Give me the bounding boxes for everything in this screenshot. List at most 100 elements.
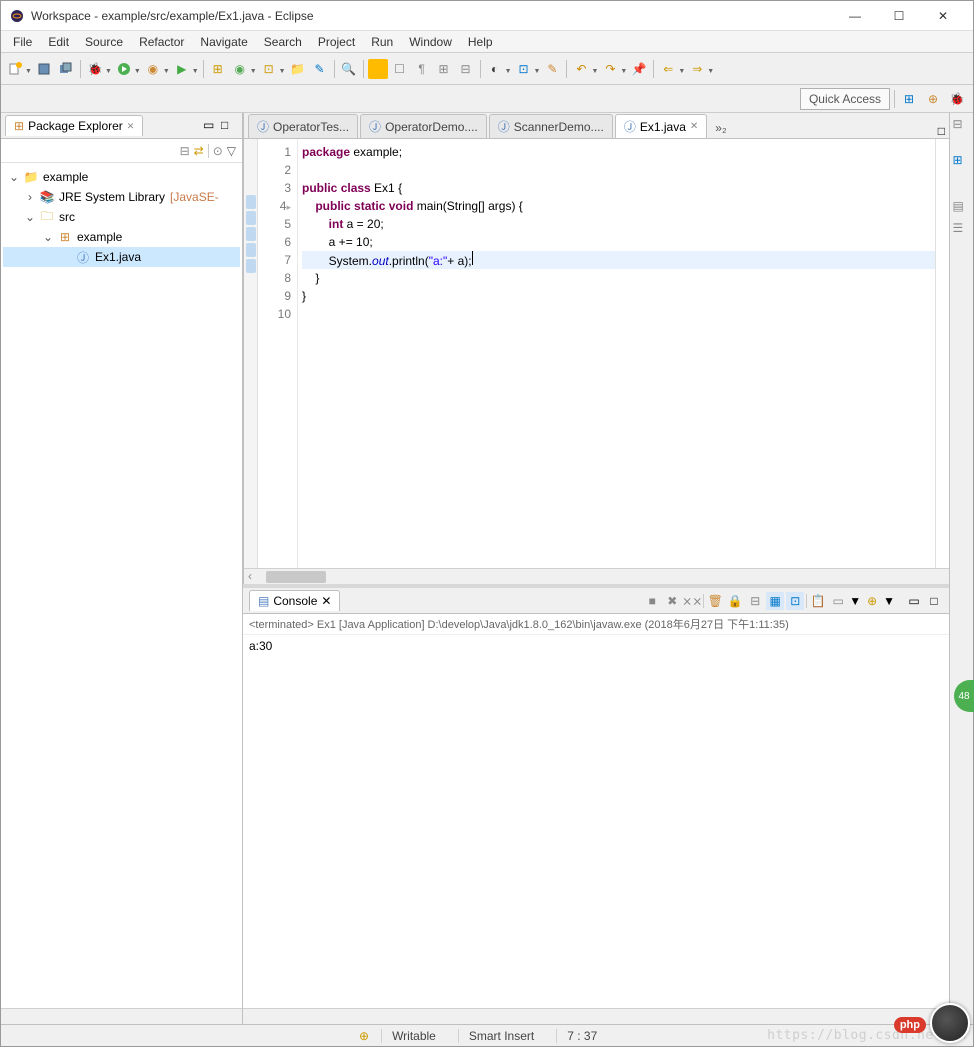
new-package-button[interactable]: ⊞ bbox=[208, 59, 228, 79]
menu-file[interactable]: File bbox=[5, 33, 40, 51]
new-console-button[interactable]: ⊕ bbox=[863, 592, 881, 610]
package-explorer-tab[interactable]: ⊞ Package Explorer ✕ bbox=[5, 115, 143, 136]
menu-project[interactable]: Project bbox=[310, 33, 363, 51]
save-all-button[interactable] bbox=[56, 59, 76, 79]
run-last-button[interactable]: ▶ bbox=[172, 59, 192, 79]
tree-file[interactable]: Ⓙ Ex1.java bbox=[3, 247, 240, 267]
word-wrap-button[interactable]: ⊟ bbox=[746, 592, 764, 610]
package-explorer-tabbar: ⊞ Package Explorer ✕ ▭ □ bbox=[1, 113, 242, 139]
toggle-breadcrumb-button[interactable]: ⊟ bbox=[456, 59, 476, 79]
debug-button[interactable]: 🐞 bbox=[85, 59, 105, 79]
expand-icon[interactable]: ⌄ bbox=[23, 210, 37, 224]
code-editor[interactable]: package example; public class Ex1 { publ… bbox=[298, 139, 935, 568]
restore-icon[interactable]: ⊟ bbox=[953, 117, 971, 135]
coverage-button[interactable]: ◉ bbox=[143, 59, 163, 79]
next-annotation-button[interactable]: ⊡ bbox=[514, 59, 534, 79]
tree-project[interactable]: ⌄ 📁 example bbox=[3, 167, 240, 187]
close-button[interactable]: ✕ bbox=[921, 2, 965, 30]
view-menu-icon[interactable]: ▽ bbox=[227, 144, 236, 158]
menu-window[interactable]: Window bbox=[401, 33, 460, 51]
console-tab[interactable]: ▤ Console ✕ bbox=[249, 590, 340, 611]
console-hscroll[interactable] bbox=[243, 1008, 949, 1024]
tasks-icon[interactable]: ☰ bbox=[953, 221, 971, 239]
show-console-button[interactable]: ▦ bbox=[766, 592, 784, 610]
display-console-button[interactable]: ▭ bbox=[829, 592, 847, 610]
pin-button[interactable]: 📌 bbox=[629, 59, 649, 79]
menu-help[interactable]: Help bbox=[460, 33, 501, 51]
save-button[interactable] bbox=[34, 59, 54, 79]
forward-button[interactable]: ⇒ bbox=[687, 59, 707, 79]
close-view-icon[interactable]: ✕ bbox=[127, 121, 135, 132]
console-min-icon[interactable]: ▭ bbox=[905, 592, 923, 610]
package-tree[interactable]: ⌄ 📁 example › 📚 JRE System Library [Java… bbox=[1, 163, 242, 1008]
menu-navigate[interactable]: Navigate bbox=[192, 33, 255, 51]
prev-annotation-button[interactable]: ✎ bbox=[542, 59, 562, 79]
menu-edit[interactable]: Edit bbox=[40, 33, 77, 51]
java-file-icon: Ⓙ bbox=[257, 118, 269, 135]
last-edit-button[interactable]: ↶ bbox=[571, 59, 591, 79]
editor-hscroll[interactable]: ‹ bbox=[244, 568, 949, 584]
remove-launch-button[interactable]: ✖ bbox=[663, 592, 681, 610]
tab-operatordemo[interactable]: ⒿOperatorDemo.... bbox=[360, 114, 487, 138]
tree-jre[interactable]: › 📚 JRE System Library [JavaSE- bbox=[3, 187, 240, 207]
quick-access-input[interactable]: Quick Access bbox=[800, 88, 890, 110]
link-editor-icon[interactable]: ⇄ bbox=[194, 144, 204, 158]
new-button[interactable] bbox=[5, 59, 25, 79]
next-edit-button[interactable]: ↷ bbox=[600, 59, 620, 79]
clear-console-button[interactable]: 🗑 bbox=[706, 592, 724, 610]
new-class-button[interactable]: ◉ bbox=[230, 59, 250, 79]
menu-source[interactable]: Source bbox=[77, 33, 131, 51]
line-gutter[interactable]: 1234▸5678910 bbox=[258, 139, 298, 568]
annotation-nav-button[interactable]: ◐ bbox=[485, 59, 505, 79]
menu-run[interactable]: Run bbox=[363, 33, 401, 51]
tab-ex1[interactable]: ⒿEx1.java✕ bbox=[615, 114, 707, 138]
maximize-button[interactable]: ☐ bbox=[877, 2, 921, 30]
back-button[interactable]: ⇐ bbox=[658, 59, 678, 79]
console-output[interactable]: a:30 bbox=[243, 635, 949, 1008]
tab-operatortes[interactable]: ⒿOperatorTes... bbox=[248, 114, 358, 138]
tree-src[interactable]: ⌄ 🗀 src bbox=[3, 207, 240, 227]
terminate-button[interactable]: ■ bbox=[643, 592, 661, 610]
focus-task-icon[interactable]: ⊙ bbox=[213, 144, 223, 158]
editor-area: ⒿOperatorTes... ⒿOperatorDemo.... ⒿScann… bbox=[243, 113, 949, 584]
tab-scannerdemo[interactable]: ⒿScannerDemo.... bbox=[489, 114, 613, 138]
close-console-icon[interactable]: ✕ bbox=[321, 594, 331, 608]
package-hscroll[interactable] bbox=[1, 1008, 242, 1024]
tab-overflow[interactable]: »₂ bbox=[709, 118, 732, 138]
open-type-button[interactable]: 📁 bbox=[288, 59, 308, 79]
marker-bar[interactable] bbox=[244, 139, 258, 568]
show-whitespace-button[interactable]: ¶ bbox=[412, 59, 432, 79]
minimize-view-icon[interactable]: ▭ bbox=[203, 118, 219, 134]
search-button[interactable]: 🔍 bbox=[339, 59, 359, 79]
java-perspective-button[interactable]: ⊕ bbox=[923, 89, 943, 109]
editor-maximize-icon[interactable]: □ bbox=[938, 124, 945, 138]
remove-all-button[interactable]: ⨯⨯ bbox=[683, 592, 701, 610]
toggle-word-wrap-button[interactable]: ⊞ bbox=[434, 59, 454, 79]
scroll-lock-button[interactable]: 🔒 bbox=[726, 592, 744, 610]
toggle-mark-button[interactable] bbox=[368, 59, 388, 79]
console-max-icon[interactable]: □ bbox=[925, 592, 943, 610]
tree-package[interactable]: ⌄ ⊞ example bbox=[3, 227, 240, 247]
expand-icon[interactable]: › bbox=[23, 190, 37, 204]
status-position: 7 : 37 bbox=[556, 1029, 607, 1043]
open-task-button[interactable]: ✎ bbox=[310, 59, 330, 79]
open-perspective-button[interactable]: ⊞ bbox=[899, 89, 919, 109]
status-bar: ⊕ Writable Smart Insert 7 : 37 https://b… bbox=[1, 1024, 973, 1046]
minimize-button[interactable]: ― bbox=[833, 2, 877, 30]
menu-search[interactable]: Search bbox=[256, 33, 310, 51]
overview-ruler[interactable] bbox=[935, 139, 949, 568]
expand-icon[interactable]: ⌄ bbox=[41, 230, 55, 244]
menu-refactor[interactable]: Refactor bbox=[131, 33, 192, 51]
maximize-view-icon[interactable]: □ bbox=[221, 118, 237, 134]
debug-perspective-button[interactable]: 🐞 bbox=[947, 89, 967, 109]
pin-console-button[interactable]: ⊡ bbox=[786, 592, 804, 610]
open-console-button[interactable]: 📋 bbox=[809, 592, 827, 610]
collapse-all-icon[interactable]: ⊟ bbox=[180, 144, 190, 158]
outline-icon[interactable]: ⊞ bbox=[953, 153, 971, 171]
new-type-button[interactable]: ⊡ bbox=[259, 59, 279, 79]
task-list-icon[interactable]: ▤ bbox=[953, 199, 971, 217]
expand-icon[interactable]: ⌄ bbox=[7, 170, 21, 184]
close-tab-icon[interactable]: ✕ bbox=[690, 121, 698, 132]
toggle-block-button[interactable]: ☐ bbox=[390, 59, 410, 79]
run-button[interactable] bbox=[114, 59, 134, 79]
